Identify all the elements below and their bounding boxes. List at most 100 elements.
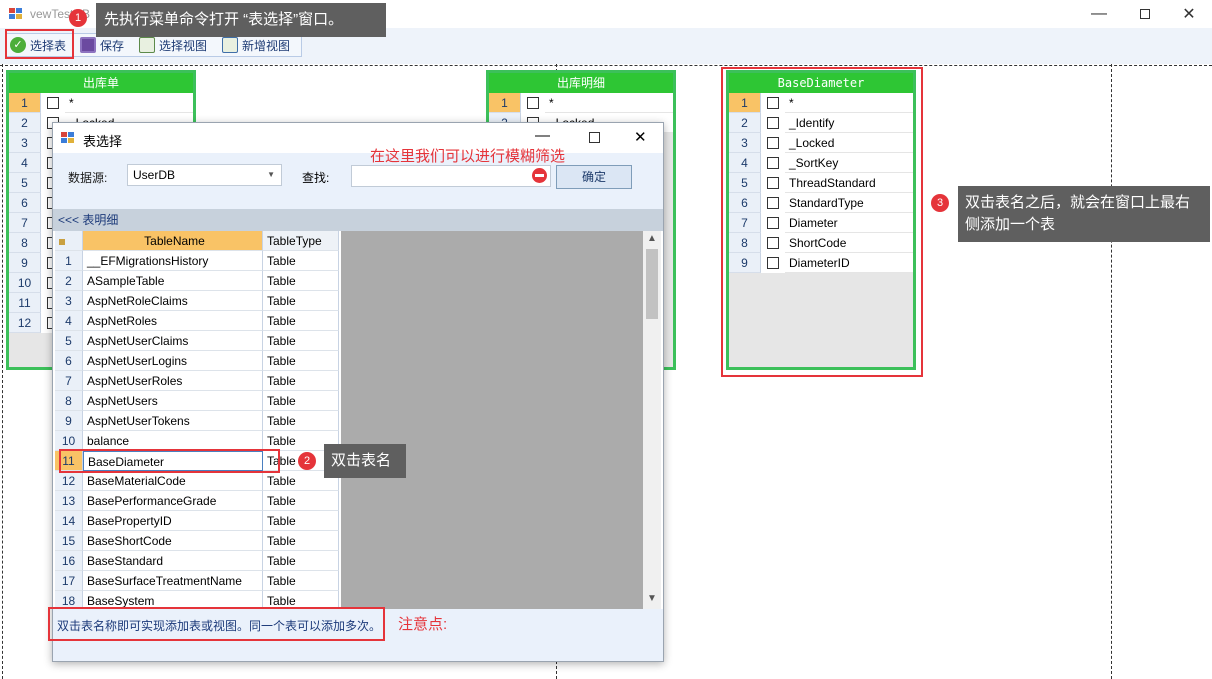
table-name-cell[interactable]: ASampleTable <box>83 271 263 291</box>
scroll-thumb[interactable] <box>646 249 658 319</box>
field-name: StandardType <box>785 193 913 213</box>
scroll-up-icon[interactable]: ▲ <box>647 233 657 244</box>
row-number: 15 <box>55 531 83 551</box>
select-view-button[interactable]: 选择视图 <box>139 34 207 56</box>
table-type-cell: Table <box>263 311 339 331</box>
table-row[interactable]: 14 BasePropertyID Table <box>55 511 341 531</box>
row-number: 5 <box>9 173 41 193</box>
table-field-row[interactable]: 7 Diameter <box>729 213 913 233</box>
table-row[interactable]: 17 BaseSurfaceTreatmentName Table <box>55 571 341 591</box>
field-checkbox[interactable] <box>767 97 779 109</box>
table-name-cell[interactable]: AspNetRoles <box>83 311 263 331</box>
chevron-down-icon: ▼ <box>267 170 275 179</box>
table-type-cell: Table <box>263 251 339 271</box>
field-checkbox[interactable] <box>527 97 539 109</box>
table-row[interactable]: 7 AspNetUserRoles Table <box>55 371 341 391</box>
column-header-tabletype[interactable]: TableType <box>263 231 339 251</box>
table-name-cell[interactable]: AspNetUserTokens <box>83 411 263 431</box>
table-field-row[interactable]: 5 ThreadStandard <box>729 173 913 193</box>
column-header-tablename[interactable]: TableName <box>83 231 263 251</box>
table-name-cell[interactable]: BasePerformanceGrade <box>83 491 263 511</box>
table-row[interactable]: 13 BasePerformanceGrade Table <box>55 491 341 511</box>
table-list-grid[interactable]: TableName TableType 1 __EFMigrationsHisto… <box>55 231 341 609</box>
field-name: DiameterID <box>785 253 913 273</box>
clear-search-icon[interactable] <box>532 168 547 183</box>
dialog-close-button[interactable]: ✕ <box>634 128 647 146</box>
table-type-cell: Table <box>263 351 339 371</box>
row-number: 6 <box>729 193 761 213</box>
table-row[interactable]: 9 AspNetUserTokens Table <box>55 411 341 431</box>
step-badge-3: 3 <box>931 194 949 212</box>
row-number: 9 <box>9 253 41 273</box>
step-callout-1: 先执行菜单命令打开 “表选择”窗口。 <box>96 3 386 37</box>
dialog-maximize-button[interactable] <box>589 132 600 143</box>
table-name-cell[interactable]: AspNetUserClaims <box>83 331 263 351</box>
table-name-cell[interactable]: balance <box>83 431 263 451</box>
search-input[interactable] <box>351 165 551 187</box>
filter-note: 在这里我们可以进行模糊筛选 <box>370 148 566 165</box>
table-row[interactable]: 3 AspNetRoleClaims Table <box>55 291 341 311</box>
save-button[interactable]: 保存 <box>80 34 124 56</box>
field-checkbox[interactable] <box>767 177 779 189</box>
table-row[interactable]: 1 __EFMigrationsHistory Table <box>55 251 341 271</box>
field-checkbox[interactable] <box>767 157 779 169</box>
field-checkbox[interactable] <box>47 97 59 109</box>
maximize-button[interactable] <box>1122 0 1168 28</box>
grid-scrollbar[interactable]: ▲ ▼ <box>643 231 661 609</box>
table-field-row[interactable]: 4 _SortKey <box>729 153 913 173</box>
table-row[interactable]: 2 ASampleTable Table <box>55 271 341 291</box>
field-checkbox[interactable] <box>767 257 779 269</box>
table-name-cell[interactable]: AspNetRoleClaims <box>83 291 263 311</box>
field-checkbox[interactable] <box>767 237 779 249</box>
add-view-icon <box>222 37 238 53</box>
table-name-cell[interactable]: BaseSurfaceTreatmentName <box>83 571 263 591</box>
table-field-row[interactable]: 1 * <box>729 93 913 113</box>
table-name-cell[interactable]: BaseShortCode <box>83 531 263 551</box>
table-name-cell[interactable]: AspNetUserLogins <box>83 351 263 371</box>
select-view-icon <box>139 37 155 53</box>
scroll-down-icon[interactable]: ▼ <box>647 593 657 604</box>
table-name-cell[interactable]: AspNetUserRoles <box>83 371 263 391</box>
row-number: 2 <box>9 113 41 133</box>
field-checkbox[interactable] <box>767 197 779 209</box>
close-button[interactable]: ✕ <box>1166 0 1212 28</box>
table-field-row[interactable]: 8 ShortCode <box>729 233 913 253</box>
dialog-title: 表选择 <box>83 134 123 149</box>
table-detail-toggle[interactable]: <<< 表明细 <box>53 209 663 231</box>
row-number: 10 <box>55 431 83 451</box>
table-name-cell[interactable]: __EFMigrationsHistory <box>83 251 263 271</box>
minimize-button[interactable]: — <box>1076 0 1122 28</box>
table-row[interactable]: 16 BaseStandard Table <box>55 551 341 571</box>
table-row[interactable]: 4 AspNetRoles Table <box>55 311 341 331</box>
field-checkbox[interactable] <box>767 217 779 229</box>
save-label: 保存 <box>100 38 125 53</box>
row-number: 1 <box>9 93 41 113</box>
table-name-cell[interactable]: BaseStandard <box>83 551 263 571</box>
table-type-cell: Table <box>263 551 339 571</box>
table-field-row[interactable]: 9 DiameterID <box>729 253 913 273</box>
table-row[interactable]: 15 BaseShortCode Table <box>55 531 341 551</box>
table-name-cell[interactable]: AspNetUsers <box>83 391 263 411</box>
step-badge-1: 1 <box>69 9 87 27</box>
table-field-row[interactable]: 3 _Locked <box>729 133 913 153</box>
table-row[interactable]: 12 BaseMaterialCode Table <box>55 471 341 491</box>
field-checkbox[interactable] <box>767 117 779 129</box>
field-checkbox[interactable] <box>767 137 779 149</box>
table-row[interactable]: 8 AspNetUsers Table <box>55 391 341 411</box>
table-field-row[interactable]: 6 StandardType <box>729 193 913 213</box>
ok-button[interactable]: 确定 <box>556 165 632 189</box>
table-box-basediameter[interactable]: BaseDiameter 1 * 2 _Identify 3 _Locked 4 _So… <box>726 70 916 370</box>
table-row[interactable]: 10 balance Table <box>55 431 341 451</box>
field-name: _Locked <box>785 133 913 153</box>
datasource-select[interactable]: UserDB ▼ <box>127 164 282 186</box>
table-field-row[interactable]: 1 * <box>9 93 193 113</box>
table-field-row[interactable]: 1 * <box>489 93 673 113</box>
add-view-button[interactable]: 新增视图 <box>222 34 290 56</box>
table-row[interactable]: 6 AspNetUserLogins Table <box>55 351 341 371</box>
table-row[interactable]: 5 AspNetUserClaims Table <box>55 331 341 351</box>
dialog-minimize-button[interactable]: — <box>535 127 550 144</box>
row-number: 12 <box>9 313 41 333</box>
table-name-cell[interactable]: BaseMaterialCode <box>83 471 263 491</box>
table-field-row[interactable]: 2 _Identify <box>729 113 913 133</box>
table-name-cell[interactable]: BasePropertyID <box>83 511 263 531</box>
